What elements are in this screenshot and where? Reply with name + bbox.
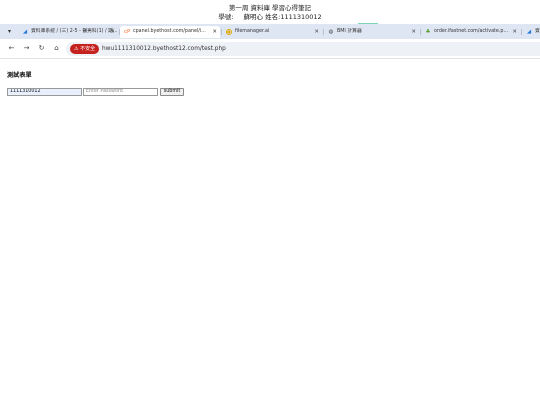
tab-database-course[interactable]: ◢ 資料庫系統 / (三) 2-5 - 醫男科(1) / 期... ✕ — [18, 26, 118, 38]
tab-label: 資 — [535, 29, 540, 34]
reload-icon[interactable]: ↻ — [36, 43, 47, 54]
tab-label: BMI 計算器 — [337, 29, 362, 34]
student-id-label: 學號: — [218, 12, 234, 21]
drive-icon: ◢ — [526, 29, 532, 35]
name-label: 姓名: — [265, 12, 281, 21]
drive-icon: ◢ — [22, 29, 28, 35]
tab-database-course-2[interactable]: ◢ 資 — [522, 26, 540, 38]
close-icon[interactable]: ✕ — [110, 26, 115, 38]
close-icon[interactable]: ✕ — [314, 26, 319, 38]
document-header: 第一周 資料庫 學習心得筆記 學號: 蘇明心 姓名:1111310012 — [0, 4, 540, 21]
back-arrow-icon[interactable]: ← — [6, 43, 17, 54]
username-input[interactable]: 1111310012 — [7, 88, 82, 96]
cpanel-icon: cP — [124, 29, 131, 35]
forward-arrow-icon[interactable]: → — [21, 43, 32, 54]
tab-filemanager[interactable]: ● filemanager.ai ✕ — [222, 26, 322, 38]
browser-toolbar: ← → ↻ ⌂ ⚠ 不安全 hwu1111310012.byethost12.c… — [0, 39, 540, 59]
password-input[interactable]: Enter Password — [83, 88, 158, 96]
submit-button[interactable]: submit — [160, 88, 184, 96]
student-name: 蘇明心 — [243, 12, 264, 21]
close-icon[interactable]: ✕ — [411, 26, 416, 38]
address-bar[interactable]: ⚠ 不安全 hwu1111310012.byethost12.com/test.… — [66, 42, 540, 56]
tab-search-chevron-icon[interactable]: ▾ — [4, 26, 15, 37]
tab-ifastnet[interactable]: ♣ order.ifastnet.com/activate.p... ✕ — [421, 26, 520, 38]
tab-label: filemanager.ai — [235, 29, 270, 34]
url-text[interactable]: hwu1111310012.byethost12.com/test.php — [102, 42, 226, 56]
not-secure-label: 不安全 — [80, 46, 96, 52]
ifastnet-icon: ♣ — [425, 29, 431, 35]
document-title: 第一周 資料庫 學習心得筆記 — [228, 4, 312, 12]
home-icon[interactable]: ⌂ — [51, 43, 62, 54]
tab-strip: ▾ ◢ 資料庫系統 / (三) 2-5 - 醫男科(1) / 期... ✕ cP c… — [0, 24, 540, 39]
tab-bmi-calculator[interactable]: ◍ BMI 計算器 ✕ — [324, 26, 419, 38]
tab-label: cpanel.byethost.com/panel/i... — [133, 29, 206, 34]
filemanager-icon: ● — [226, 29, 232, 35]
page-content: 測試表單 1111310012 Enter Password submit — [0, 60, 540, 405]
warning-icon: ⚠ — [74, 46, 79, 52]
tab-label: 資料庫系統 / (三) 2-5 - 醫男科(1) / 期... — [31, 29, 118, 34]
tab-cpanel[interactable]: cP cpanel.byethost.com/panel/i... ✕ — [120, 26, 220, 38]
close-icon[interactable]: ✕ — [212, 26, 217, 38]
page-title: 測試表單 — [7, 72, 32, 79]
not-secure-badge[interactable]: ⚠ 不安全 — [70, 44, 100, 54]
student-info: 學號: 蘇明心 姓名:1111310012 — [0, 13, 540, 22]
tab-label: order.ifastnet.com/activate.p... — [434, 29, 509, 34]
globe-icon: ◍ — [328, 29, 334, 35]
close-icon[interactable]: ✕ — [512, 26, 517, 38]
name-value: 1111310012 — [280, 12, 322, 21]
